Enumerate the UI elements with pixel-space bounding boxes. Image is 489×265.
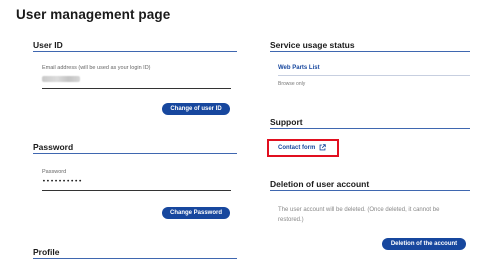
deletion-warning-line2: restored.): [278, 217, 304, 223]
password-field[interactable]: [42, 190, 231, 191]
profile-divider: [33, 258, 237, 259]
profile-heading: Profile: [33, 247, 60, 257]
service-heading: Service usage status: [270, 40, 355, 50]
page-title: User management page: [16, 7, 171, 22]
contact-form-label: Contact form: [278, 145, 316, 152]
service-divider: [270, 51, 470, 52]
web-parts-list-link[interactable]: Web Parts List: [278, 65, 320, 71]
deletion-divider: [270, 190, 470, 191]
deletion-heading: Deletion of user account: [270, 179, 370, 189]
change-password-button[interactable]: Change Password: [162, 207, 230, 219]
user-id-divider: [33, 51, 237, 52]
delete-account-button[interactable]: Deletion of the account: [382, 238, 466, 250]
external-link-icon: [319, 144, 326, 151]
change-user-id-button[interactable]: Change of user ID: [162, 103, 230, 115]
support-heading: Support: [270, 117, 303, 127]
email-value-redacted: [42, 76, 80, 82]
password-divider: [33, 153, 237, 154]
user-id-heading: User ID: [33, 40, 63, 50]
password-heading: Password: [33, 142, 74, 152]
email-label: Email address (will be used as your logi…: [42, 65, 151, 71]
browse-only-note: Browse only: [278, 81, 306, 87]
support-divider: [270, 128, 470, 129]
deletion-warning-line1: The user account will be deleted. (Once …: [278, 207, 440, 213]
email-field[interactable]: [42, 88, 231, 89]
service-link-underline: [278, 75, 470, 76]
password-value: ••••••••••: [42, 177, 83, 185]
password-label: Password: [42, 169, 67, 175]
contact-form-link[interactable]: Contact form: [278, 144, 326, 151]
